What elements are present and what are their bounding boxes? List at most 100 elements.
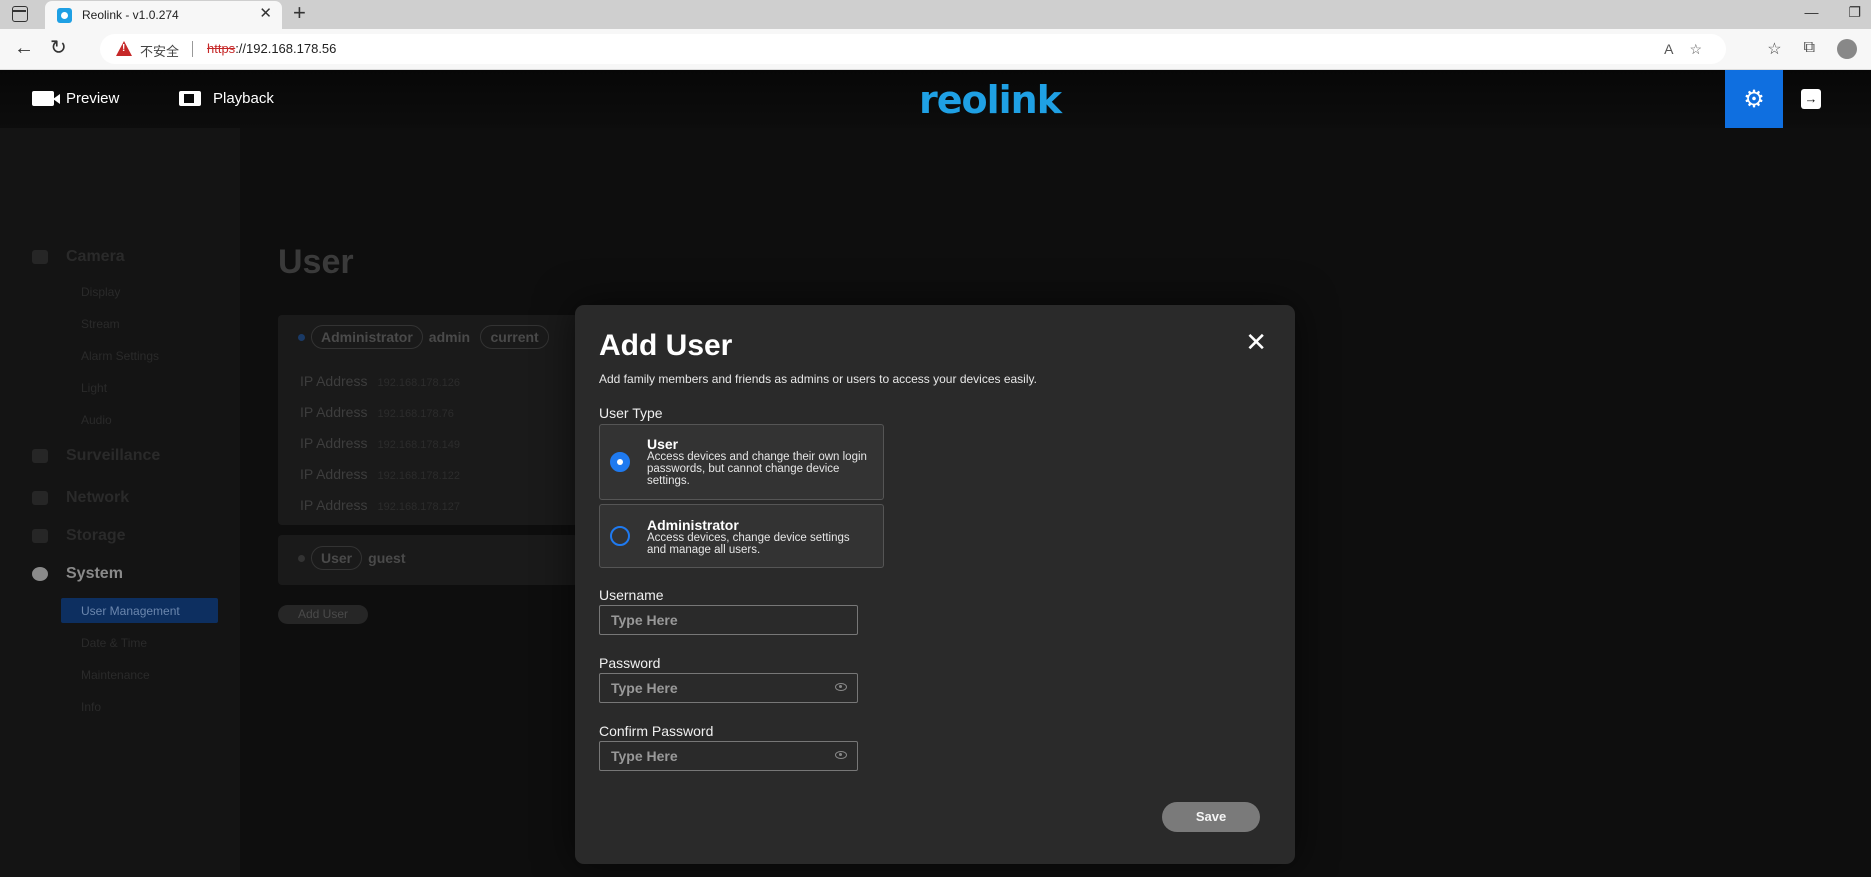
ip-row: IP Address 192.168.178.76 <box>300 404 454 420</box>
film-icon <box>179 91 201 106</box>
password-placeholder: Type Here <box>611 680 678 696</box>
settings-button[interactable]: ⚙ <box>1725 70 1783 128</box>
app-header: Preview Playback reolink ⚙ → <box>0 70 1871 128</box>
new-tab-icon[interactable]: + <box>293 2 306 24</box>
sidebar-group-system[interactable]: System <box>32 565 123 583</box>
role-badge: User <box>311 546 363 570</box>
preview-label: Preview <box>66 90 120 107</box>
sidebar: Camera Display Stream Alarm Settings Lig… <box>0 128 240 877</box>
confirm-password-label: Confirm Password <box>599 723 714 739</box>
globe-icon <box>32 491 48 505</box>
user-type-option-administrator[interactable]: Administrator Access devices, change dev… <box>599 504 884 568</box>
sidebar-item-user-management[interactable]: User Management <box>61 598 218 623</box>
add-favorite-icon[interactable]: ☆ <box>1689 41 1702 58</box>
status-dot <box>298 555 305 563</box>
sidebar-item-display[interactable]: Display <box>81 285 120 299</box>
logout-icon: → <box>1804 91 1818 106</box>
option-title: Administrator <box>647 517 739 533</box>
ip-row: IP Address 192.168.178.127 <box>300 497 461 513</box>
add-user-button[interactable]: Add User <box>278 605 368 624</box>
user-card-admin: Administrator admin current IP Address 192… <box>278 315 578 525</box>
collections-icon[interactable]: ⧉ <box>1804 39 1815 59</box>
password-label: Password <box>599 655 661 671</box>
back-icon[interactable]: ← <box>14 38 34 58</box>
password-input[interactable]: Type Here <box>599 673 858 703</box>
ip-row: IP Address 192.168.178.122 <box>300 466 461 482</box>
confirm-password-input[interactable]: Type Here <box>599 741 858 771</box>
url-actions: A ☆ <box>1664 41 1702 58</box>
restore-icon[interactable]: ❐ <box>1848 4 1861 21</box>
insecure-label: 不安全 <box>140 44 180 59</box>
username-label: Username <box>599 587 664 603</box>
current-badge: current <box>480 325 549 349</box>
user-card-header: User guest <box>298 546 405 570</box>
dialog-title: Add User <box>599 329 733 362</box>
page-title: User <box>278 243 354 281</box>
sidebar-item-alarm-settings[interactable]: Alarm Settings <box>81 349 159 363</box>
status-dot <box>298 334 305 342</box>
reolink-favicon-icon <box>57 8 72 23</box>
window-controls: — ❐ <box>1804 4 1861 21</box>
url-text[interactable]: https://192.168.178.56 <box>207 41 336 56</box>
monitor-icon <box>32 449 48 463</box>
ip-row: IP Address 192.168.178.126 <box>300 373 461 389</box>
ip-row: IP Address 192.168.178.149 <box>300 435 461 451</box>
option-description: Access devices and change their own logi… <box>647 451 867 487</box>
eye-icon[interactable] <box>835 751 847 759</box>
storage-icon <box>32 529 48 543</box>
gear-icon: ⚙ <box>1743 85 1765 113</box>
user-card-header: Administrator admin current <box>298 325 549 349</box>
username: admin <box>428 329 471 345</box>
sidebar-group-camera[interactable]: Camera <box>32 248 125 266</box>
address-bar: ← ↻ 不安全 https://192.168.178.56 A ☆ ☆ ⧉ <box>0 29 1871 70</box>
logout-button[interactable]: → <box>1801 89 1821 109</box>
preview-link[interactable]: Preview <box>32 90 119 107</box>
option-title: User <box>647 436 679 452</box>
url-box[interactable]: 不安全 https://192.168.178.56 A ☆ <box>100 34 1726 64</box>
read-aloud-icon[interactable]: A <box>1664 41 1673 58</box>
reolink-logo: reolink <box>919 78 1062 122</box>
user-type-option-user[interactable]: User Access devices and change their own… <box>599 424 884 500</box>
refresh-icon[interactable]: ↻ <box>50 38 67 58</box>
sidebar-item-light[interactable]: Light <box>81 381 107 395</box>
sidebar-group-surveillance[interactable]: Surveillance <box>32 447 160 465</box>
confirm-password-placeholder: Type Here <box>611 748 678 764</box>
url-scheme: https <box>207 41 236 56</box>
tab-actions-icon[interactable] <box>12 6 28 22</box>
radio-user[interactable] <box>610 452 630 472</box>
divider <box>192 41 193 57</box>
save-button[interactable]: Save <box>1162 802 1260 832</box>
eye-icon[interactable] <box>835 683 847 691</box>
sidebar-group-storage[interactable]: Storage <box>32 527 126 545</box>
radio-administrator[interactable] <box>610 526 630 546</box>
username: guest <box>368 550 406 566</box>
user-card-guest: User guest <box>278 535 578 585</box>
add-user-dialog: Add User ✕ Add family members and friend… <box>575 305 1295 864</box>
playback-label: Playback <box>213 90 274 107</box>
sidebar-group-network[interactable]: Network <box>32 489 129 507</box>
user-type-label: User Type <box>599 405 663 421</box>
sidebar-item-info[interactable]: Info <box>81 700 101 714</box>
sidebar-item-maintenance[interactable]: Maintenance <box>81 668 150 682</box>
sidebar-item-audio[interactable]: Audio <box>81 413 112 427</box>
browser-toolbar: ☆ ⧉ <box>1767 39 1857 59</box>
gear-icon <box>32 567 48 581</box>
sidebar-item-date-time[interactable]: Date & Time <box>81 636 147 650</box>
camera-icon <box>32 250 48 264</box>
minimize-icon[interactable]: — <box>1804 4 1818 21</box>
close-icon[interactable]: ✕ <box>1245 329 1267 355</box>
role-badge: Administrator <box>311 325 423 349</box>
favorites-icon[interactable]: ☆ <box>1767 39 1781 59</box>
option-description: Access devices, change device settings a… <box>647 532 850 556</box>
warning-icon <box>116 41 132 56</box>
dialog-description: Add family members and friends as admins… <box>599 372 1037 386</box>
profile-avatar[interactable] <box>1837 39 1857 59</box>
tab-close-icon[interactable]: ✕ <box>259 6 272 21</box>
url-host: ://192.168.178.56 <box>235 41 337 56</box>
username-input[interactable]: Type Here <box>599 605 858 635</box>
sidebar-item-stream[interactable]: Stream <box>81 317 120 331</box>
video-camera-icon <box>32 91 60 106</box>
browser-tab-bar: Reolink - v1.0.274 ✕ + — ❐ <box>0 0 1871 29</box>
browser-tab[interactable]: Reolink - v1.0.274 ✕ <box>45 1 282 29</box>
playback-link[interactable]: Playback <box>179 90 274 107</box>
